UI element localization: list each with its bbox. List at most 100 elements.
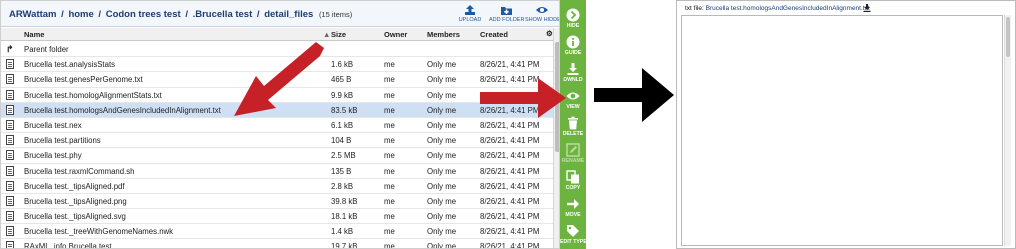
annotation-arrow-to-viewer (594, 68, 674, 122)
add-folder-button[interactable]: ADD FOLDER (489, 4, 525, 26)
file-created: 8/26/21, 4:41 PM (480, 120, 540, 130)
download-icon[interactable] (863, 4, 871, 12)
file-icon (6, 89, 15, 101)
file-members: Only me (427, 227, 457, 237)
viewer-content[interactable] (681, 15, 1003, 246)
file-row[interactable]: Brucella test._tipsAligned.pdf 2.8 kB me On… (1, 179, 553, 194)
file-members: Only me (427, 151, 457, 161)
file-size: 6.1 kB (331, 120, 354, 130)
annotation-arrow-to-file (234, 42, 324, 116)
file-row[interactable]: Brucella test._tipsAligned.png 39.8 kB me O… (1, 194, 553, 210)
breadcrumb-home[interactable]: home (68, 9, 93, 20)
column-header-members[interactable]: Members (427, 30, 460, 39)
eye-icon (566, 92, 580, 100)
file-icon (6, 195, 15, 207)
breadcrumb: ARWattam / home / Codon trees test / .Br… (9, 9, 352, 20)
file-glyph (6, 59, 14, 70)
breadcrumb-brucella[interactable]: .Brucella test (193, 9, 253, 20)
breadcrumb-user[interactable]: ARWattam (9, 9, 57, 20)
file-members: Only me (427, 196, 457, 206)
column-header-size[interactable]: Size (331, 30, 346, 39)
edit-type-action-button[interactable]: EDIT TYPE (560, 224, 587, 245)
file-name: Brucella test.partitions (24, 136, 101, 146)
file-created: 8/26/21, 4:41 PM (480, 136, 540, 146)
file-row[interactable]: RAxML_info.Brucella test 19.7 kB me Only me… (1, 239, 553, 249)
column-header-owner[interactable]: Owner (384, 30, 407, 39)
file-glyph (6, 241, 14, 248)
viewer-text-lines (685, 18, 1001, 243)
rename-action-button[interactable]: RENAME (560, 143, 586, 164)
file-icon (6, 165, 15, 177)
viewer-scrollbar[interactable] (1004, 15, 1011, 246)
file-row[interactable]: Brucella test.partitions 104 B me Only me 8/… (1, 133, 553, 149)
file-name: Brucella test.analysisStats (24, 60, 116, 70)
upload-button[interactable]: UPLOAD (453, 4, 487, 26)
file-members: Only me (427, 60, 457, 70)
file-glyph (6, 89, 14, 100)
file-row[interactable]: Brucella test.raxmlCommand.sh 135 B me Only… (1, 164, 553, 179)
file-glyph (6, 180, 14, 191)
file-glyph (6, 104, 14, 115)
file-glyph (6, 165, 14, 176)
file-name: Brucella test.phy (24, 151, 82, 161)
column-header-created[interactable]: Created (480, 30, 508, 39)
file-size: 39.8 kB (331, 196, 358, 206)
file-list-scrollbar[interactable] (553, 28, 559, 248)
file-size: 1.6 kB (331, 60, 354, 70)
action-label: MOVE (565, 212, 581, 218)
file-created: 8/26/21, 4:41 PM (480, 212, 540, 222)
file-owner: me (384, 181, 395, 191)
breadcrumb-separator: / (185, 9, 188, 20)
file-name: Brucella test._tipsAligned.svg (24, 212, 126, 222)
action-label: COPY (565, 185, 581, 191)
file-owner: me (384, 242, 395, 249)
file-created: 8/26/21, 4:41 PM (480, 60, 540, 70)
copy-action-button[interactable]: COPY (560, 170, 586, 191)
table-header: Name Size Owner Members Created ▲ ⚙ (1, 28, 559, 41)
breadcrumb-detail-files[interactable]: detail_files (264, 9, 313, 20)
breadcrumb-bar: ARWattam / home / Codon trees test / .Br… (1, 1, 559, 27)
file-owner: me (384, 196, 395, 206)
file-owner: me (384, 136, 395, 146)
file-owner: me (384, 90, 395, 100)
file-size: 465 B (331, 75, 352, 85)
file-glyph (6, 74, 14, 85)
column-header-name[interactable]: Name (24, 30, 44, 39)
viewer-text-line (685, 240, 1001, 243)
action-label: GUIDE (564, 50, 582, 56)
file-name: RAxML_info.Brucella test (24, 242, 112, 249)
breadcrumb-codon-trees[interactable]: Codon trees test (106, 9, 181, 20)
guide-action-button[interactable]: GUIDE (560, 35, 586, 56)
file-icon (6, 150, 15, 161)
tag-icon (567, 225, 579, 237)
file-size: 2.5 MB (331, 151, 356, 161)
file-members: Only me (427, 90, 457, 100)
annotation-arrow-to-view (480, 78, 566, 118)
file-created: 8/26/21, 4:41 PM (480, 242, 540, 249)
copy-icon (566, 170, 579, 184)
file-glyph (6, 226, 14, 237)
move-action-button[interactable]: MOVE (560, 197, 586, 218)
eye-icon (536, 7, 548, 13)
viewer-file-name: Brucella test.homologsAndGenesIncludedIn… (705, 5, 870, 12)
file-created: 8/26/21, 4:41 PM (480, 181, 540, 191)
file-owner: me (384, 151, 395, 161)
file-name: Brucella test.raxmlCommand.sh (24, 166, 135, 176)
sort-arrow-icon[interactable]: ▲ (323, 30, 330, 39)
action-label: HIDE (566, 23, 580, 29)
column-options-icon[interactable]: ⚙ (546, 29, 553, 38)
hide-action-button[interactable]: HIDE (560, 8, 586, 29)
file-name: Brucella test._tipsAligned.png (24, 196, 127, 206)
file-icon (6, 226, 15, 237)
file-row[interactable]: Brucella test._treeWithGenomeNames.nwk 1.… (1, 224, 553, 240)
file-owner: me (384, 166, 395, 176)
file-row[interactable]: Brucella test.phy 2.5 MB me Only me 8/26/21,… (1, 148, 553, 164)
file-name: Parent folder (24, 45, 69, 54)
up-arrow-glyph: ↱ (6, 44, 14, 54)
file-name: Brucella test.genesPerGenome.txt (24, 75, 143, 85)
file-row[interactable]: Brucella test._tipsAligned.svg 18.1 kB me O… (1, 209, 553, 225)
show-hidden-button[interactable]: SHOW HIDDEN (525, 4, 559, 26)
viewer-scrollbar-thumb[interactable] (1006, 17, 1010, 57)
add-folder-label: ADD FOLDER (489, 17, 525, 23)
file-icon (6, 59, 15, 70)
